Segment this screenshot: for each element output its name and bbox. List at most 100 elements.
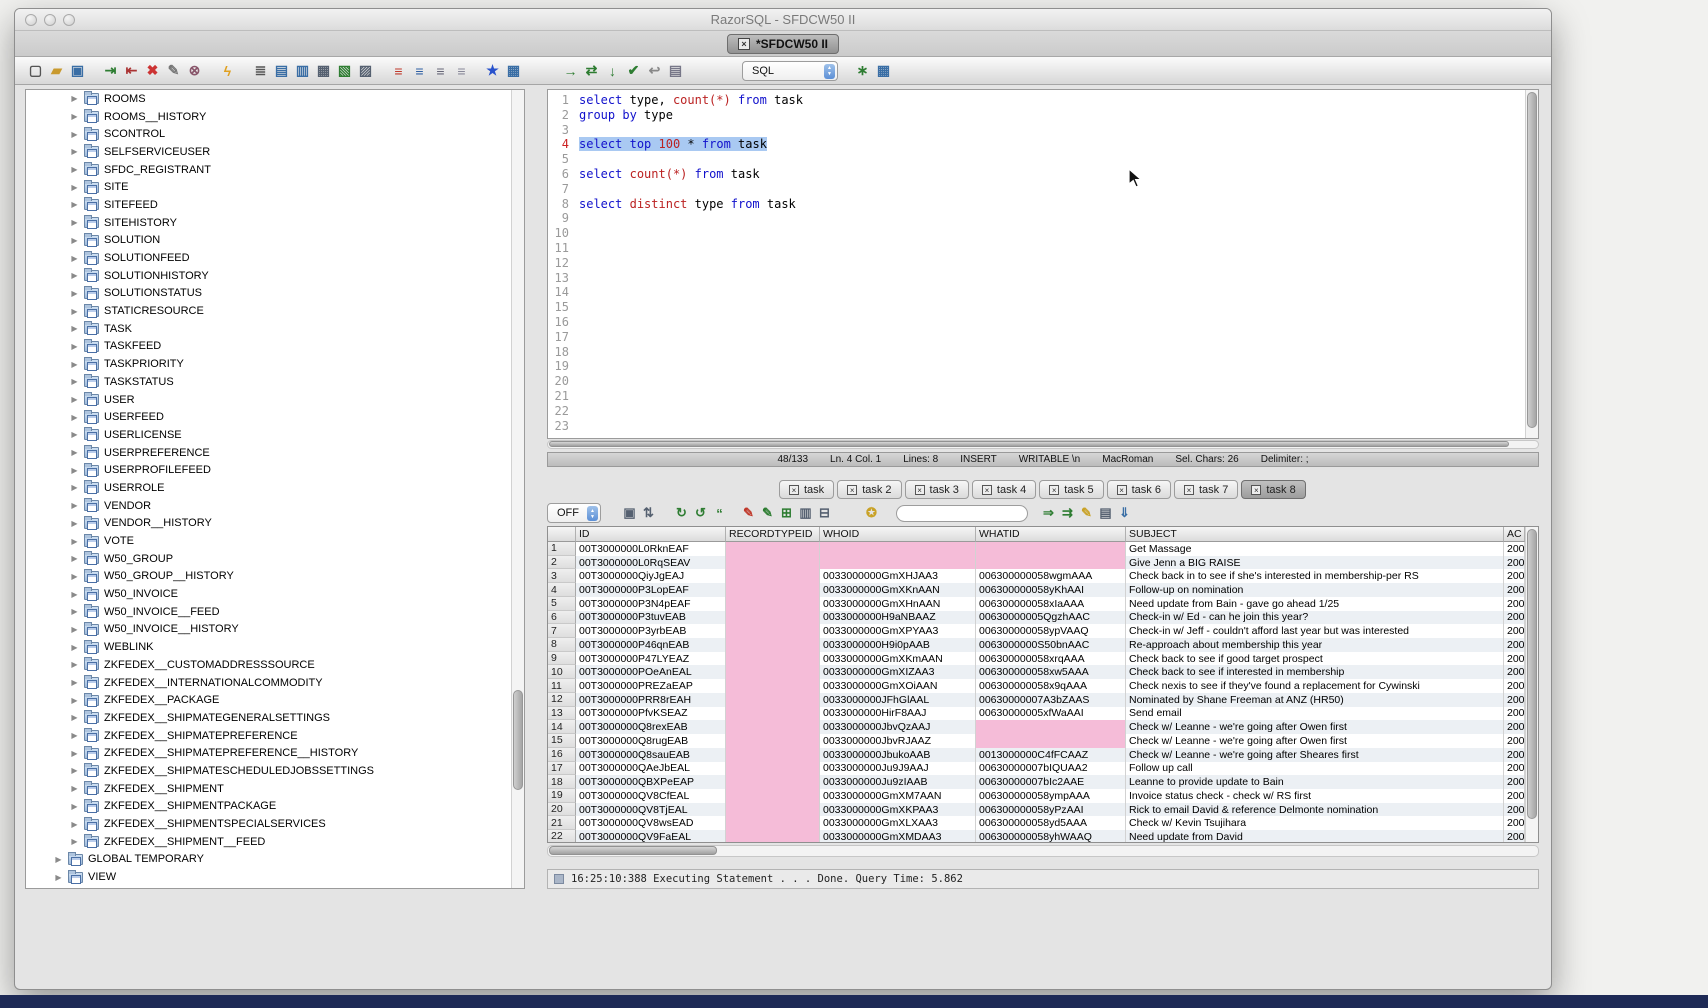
tree-item[interactable]: ▶USERPREFERENCE xyxy=(26,444,524,462)
tree-item[interactable]: ▶ROOMS xyxy=(26,90,524,108)
column-header[interactable]: WHOID xyxy=(820,527,976,542)
results-search-input[interactable] xyxy=(896,505,1028,522)
close-tab-icon[interactable]: × xyxy=(982,485,992,495)
grid-cell[interactable]: 00T3000000L0RqSEAV xyxy=(576,556,726,570)
primary-key-icon[interactable]: ✪ xyxy=(862,504,881,523)
expand-triangle-icon[interactable]: ▶ xyxy=(70,731,79,740)
grid-cell[interactable] xyxy=(726,775,820,789)
expand-triangle-icon[interactable]: ▶ xyxy=(70,749,79,758)
grid-cell[interactable]: Check-in w/ Jeff - couldn't afford last … xyxy=(1126,624,1504,638)
grid-vscrollbar-thumb[interactable] xyxy=(1527,529,1537,819)
grid-cell[interactable]: 200 xyxy=(1504,748,1525,762)
expand-triangle-icon[interactable]: ▶ xyxy=(70,147,79,156)
grid-cell[interactable]: 00T3000000QV9FaEAL xyxy=(576,830,726,842)
editor-line[interactable] xyxy=(579,330,1538,345)
favorites-star-icon[interactable]: ★ xyxy=(482,60,503,81)
grid-cell[interactable] xyxy=(726,556,820,570)
editor-hscrollbar[interactable] xyxy=(547,440,1539,449)
grid-cell[interactable]: Check back to see if good target prospec… xyxy=(1126,652,1504,666)
editor-line[interactable] xyxy=(579,389,1538,404)
grid-cell[interactable]: Follow-up on nomination xyxy=(1126,583,1504,597)
grid-cell[interactable] xyxy=(820,556,976,570)
grid-cell[interactable]: Re-approach about membership this year xyxy=(1126,638,1504,652)
history-icon[interactable]: ▤ xyxy=(665,60,686,81)
grid-cell[interactable]: 0033000000JFhGlAAL xyxy=(820,693,976,707)
grid-cell[interactable]: 200 xyxy=(1504,734,1525,748)
expand-triangle-icon[interactable]: ▶ xyxy=(70,466,79,475)
editor-line[interactable] xyxy=(579,374,1538,389)
table-row[interactable]: 900T3000000P47LYEAZ0033000000GmXKmAAN006… xyxy=(548,652,1525,666)
execute-lightning-icon[interactable]: ϟ xyxy=(217,60,238,81)
grid-cell[interactable]: 200 xyxy=(1504,803,1525,817)
grid-cell[interactable]: 00630000007bIc2AAE xyxy=(976,775,1126,789)
tree-item[interactable]: ▶WEBLINK xyxy=(26,638,524,656)
expand-triangle-icon[interactable]: ▶ xyxy=(70,696,79,705)
row-number-cell[interactable]: 19 xyxy=(548,789,576,803)
grid-cell[interactable]: 00T3000000L0RknEAF xyxy=(576,542,726,556)
grid-cell[interactable] xyxy=(726,638,820,652)
delete-row-icon[interactable]: ⊟ xyxy=(815,504,834,523)
grid-vscrollbar[interactable] xyxy=(1525,527,1538,842)
grid-cell[interactable] xyxy=(726,597,820,611)
table-row[interactable]: 100T3000000L0RknEAFGet Massage200 xyxy=(548,542,1525,556)
tree-item[interactable]: ▶W50_INVOICE xyxy=(26,585,524,603)
expand-triangle-icon[interactable]: ▶ xyxy=(70,342,79,351)
grid-cell[interactable]: 0033000000GmXKPAA3 xyxy=(820,803,976,817)
editor-line[interactable] xyxy=(579,359,1538,374)
row-number-cell[interactable]: 14 xyxy=(548,720,576,734)
grid-cell[interactable] xyxy=(726,569,820,583)
grid-cell[interactable]: Check back to see if interested in membe… xyxy=(1126,665,1504,679)
tree-item[interactable]: ▶GLOBAL TEMPORARY xyxy=(26,851,524,869)
view-contents-icon[interactable]: ▤ xyxy=(271,60,292,81)
expand-triangle-icon[interactable]: ▶ xyxy=(70,413,79,422)
list-blue-icon[interactable]: ≡ xyxy=(409,60,430,81)
grid-cell[interactable]: 0033000000GmXHnAAN xyxy=(820,597,976,611)
editor-line[interactable]: group by type xyxy=(579,108,1538,123)
grid-cell[interactable]: 006300000058ypVAAQ xyxy=(976,624,1126,638)
fetch-down-icon[interactable]: ↓ xyxy=(602,60,623,81)
table-row[interactable]: 600T3000000P3tuvEAB0033000000H9aNBAAZ006… xyxy=(548,611,1525,625)
copy-icon[interactable]: ▥ xyxy=(292,60,313,81)
editor-line[interactable] xyxy=(579,271,1538,286)
delete-icon[interactable]: ⊗ xyxy=(184,60,205,81)
tree-item[interactable]: ▶SITEHISTORY xyxy=(26,214,524,232)
grid-cell[interactable]: 0033000000JbvRJAAZ xyxy=(820,734,976,748)
result-tab[interactable]: ×task xyxy=(779,480,834,499)
grid-cell[interactable]: Need update from Bain - gave go ahead 1/… xyxy=(1126,597,1504,611)
row-number-cell[interactable]: 15 xyxy=(548,734,576,748)
grid-cell[interactable]: 0033000000H9aNBAAZ xyxy=(820,611,976,625)
grid-cell[interactable]: 00T3000000QV8CfEAL xyxy=(576,789,726,803)
edit-sql-icon[interactable]: ✎ xyxy=(1077,504,1096,523)
grid-cell[interactable] xyxy=(726,693,820,707)
close-button[interactable] xyxy=(25,14,37,26)
row-number-cell[interactable]: 8 xyxy=(548,638,576,652)
column-header[interactable]: SUBJECT xyxy=(1126,527,1504,542)
expand-triangle-icon[interactable]: ▶ xyxy=(70,766,79,775)
row-number-cell[interactable]: 9 xyxy=(548,652,576,666)
grid-cell[interactable] xyxy=(726,542,820,556)
grid-cell[interactable] xyxy=(726,816,820,830)
execute-arrow-icon[interactable]: → xyxy=(560,60,581,81)
close-tab-icon[interactable]: × xyxy=(1184,485,1194,495)
new-file-icon[interactable]: ▢ xyxy=(25,60,46,81)
tree-item[interactable]: ▶ZKFEDEX__INTERNATIONALCOMMODITY xyxy=(26,674,524,692)
editor-line[interactable] xyxy=(579,419,1538,434)
tree-item[interactable]: ▶SFDC_REGISTRANT xyxy=(26,161,524,179)
close-tab-icon[interactable]: × xyxy=(915,485,925,495)
tree-item[interactable]: ▶W50_INVOICE__FEED xyxy=(26,603,524,621)
grid-cell[interactable] xyxy=(976,720,1126,734)
grid-cell[interactable]: 200 xyxy=(1504,830,1525,842)
tree-item[interactable]: ▶ZKFEDEX__SHIPMATEGENERALSETTINGS xyxy=(26,709,524,727)
tree-item[interactable]: ▶SCONTROL xyxy=(26,125,524,143)
refresh-results-icon[interactable]: ↻ xyxy=(672,504,691,523)
grid-cell[interactable]: 00T3000000QV8TjEAL xyxy=(576,803,726,817)
grid-cell[interactable]: Rick to email David & reference Delmonte… xyxy=(1126,803,1504,817)
editor-line[interactable] xyxy=(579,226,1538,241)
row-number-cell[interactable]: 20 xyxy=(548,803,576,817)
tree-item[interactable]: ▶ZKFEDEX__SHIPMENTSPECIALSERVICES xyxy=(26,815,524,833)
result-tab[interactable]: ×task 4 xyxy=(972,480,1036,499)
grid-cell[interactable] xyxy=(726,665,820,679)
paste-icon[interactable]: ▦ xyxy=(313,60,334,81)
grid-cell[interactable] xyxy=(726,652,820,666)
tree-item[interactable]: ▶ZKFEDEX__SHIPMATEPREFERENCE__HISTORY xyxy=(26,744,524,762)
